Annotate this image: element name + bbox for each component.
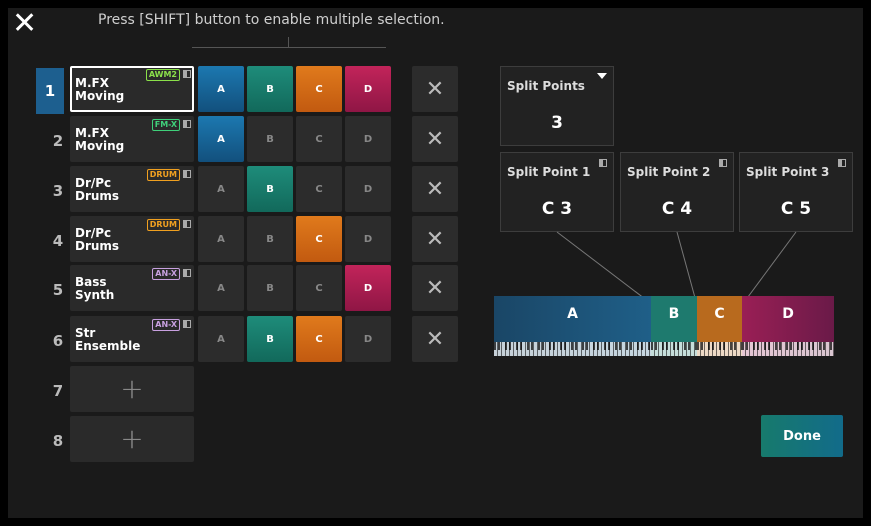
split-point-value: C 4 <box>661 199 693 219</box>
split-point-label: Split Point 3 <box>746 165 830 179</box>
dropdown-arrow-icon <box>597 73 607 79</box>
delete-part-button[interactable]: ✕ <box>412 116 458 162</box>
zone-a-button[interactable]: A <box>198 116 244 162</box>
zone-b-button[interactable]: B <box>247 166 293 212</box>
part-slot[interactable]: FM-X M.FX Moving <box>70 116 194 162</box>
piano-keys <box>651 342 697 356</box>
part-name: Str Ensemble <box>75 326 141 353</box>
delete-part-button[interactable]: ✕ <box>412 316 458 362</box>
delete-part-button[interactable]: ✕ <box>412 265 458 311</box>
plus-icon: + <box>120 372 144 405</box>
mini-indicator-icon <box>183 269 191 277</box>
zone-c-button[interactable]: C <box>296 66 342 112</box>
add-part-button[interactable]: + <box>70 366 194 412</box>
part-slot[interactable]: AWM2 M.FX Moving <box>70 66 194 112</box>
zone-d-button[interactable]: D <box>345 116 391 162</box>
part-slot[interactable]: AN-X Str Ensemble <box>70 316 194 362</box>
split-point-value: C 5 <box>780 199 812 219</box>
zone-b-button[interactable]: B <box>247 66 293 112</box>
piano-keys <box>742 342 834 356</box>
mini-indicator-icon <box>183 120 191 128</box>
zone-b-button[interactable]: B <box>247 116 293 162</box>
add-part-button[interactable]: + <box>70 416 194 462</box>
done-button[interactable]: Done <box>761 415 843 457</box>
mini-indicator-icon <box>838 159 846 167</box>
zone-c-button[interactable]: C <box>296 116 342 162</box>
part-slot[interactable]: DRUM Dr/Pc Drums <box>70 216 194 262</box>
part-number[interactable]: 4 <box>44 218 72 264</box>
zone-c-button[interactable]: C <box>296 265 342 311</box>
part-name: Dr/Pc Drums <box>75 176 120 203</box>
split-points-selector[interactable]: Split Points 3 <box>500 66 614 146</box>
delete-part-button[interactable]: ✕ <box>412 66 458 112</box>
split-point-label: Split Point 1 <box>507 165 591 179</box>
split-point-label: Split Point 2 <box>627 165 711 179</box>
engine-badge: FM-X <box>151 119 180 131</box>
part-name: M.FX Moving <box>75 76 125 103</box>
keyboard-zone-c: C <box>697 296 742 356</box>
engine-badge: DRUM <box>146 219 180 231</box>
piano-keys <box>494 342 651 356</box>
mini-indicator-icon <box>599 159 607 167</box>
part-number[interactable]: 8 <box>44 418 72 464</box>
mini-indicator-icon <box>183 170 191 178</box>
zone-d-button[interactable]: D <box>345 216 391 262</box>
mini-indicator-icon <box>183 220 191 228</box>
part-number[interactable]: 3 <box>44 168 72 214</box>
close-icon[interactable]: ✕ <box>12 9 42 39</box>
piano-keys <box>697 342 742 356</box>
mini-indicator-icon <box>719 159 727 167</box>
part-number[interactable]: 5 <box>44 267 72 313</box>
zone-d-button[interactable]: D <box>345 166 391 212</box>
multi-select-hint: Press [SHIFT] button to enable multiple … <box>98 12 445 28</box>
delete-part-button[interactable]: ✕ <box>412 216 458 262</box>
zone-a-button[interactable]: A <box>198 66 244 112</box>
zone-d-button[interactable]: D <box>345 66 391 112</box>
mini-indicator-icon <box>183 70 191 78</box>
part-slot[interactable]: DRUM Dr/Pc Drums <box>70 166 194 212</box>
split-point-3-field[interactable]: Split Point 3 C 5 <box>739 152 853 232</box>
mini-indicator-icon <box>183 320 191 328</box>
zone-c-button[interactable]: C <box>296 216 342 262</box>
zone-c-button[interactable]: C <box>296 166 342 212</box>
zone-d-button[interactable]: D <box>345 316 391 362</box>
engine-badge: DRUM <box>146 169 180 181</box>
zone-b-button[interactable]: B <box>247 316 293 362</box>
split-point-2-field[interactable]: Split Point 2 C 4 <box>620 152 734 232</box>
zone-d-button[interactable]: D <box>345 265 391 311</box>
engine-badge: AWM2 <box>145 69 180 81</box>
zone-b-button[interactable]: B <box>247 265 293 311</box>
part-slot[interactable]: AN-X Bass Synth <box>70 265 194 311</box>
split-point-1-field[interactable]: Split Point 1 C 3 <box>500 152 614 232</box>
zone-a-button[interactable]: A <box>198 166 244 212</box>
split-points-value: 3 <box>551 113 563 133</box>
hint-bracket <box>192 37 386 48</box>
zone-b-button[interactable]: B <box>247 216 293 262</box>
split-point-value: C 3 <box>541 199 573 219</box>
part-number[interactable]: 1 <box>36 68 64 114</box>
engine-badge: AN-X <box>152 319 180 331</box>
zone-c-button[interactable]: C <box>296 316 342 362</box>
split-points-label: Split Points <box>507 79 585 93</box>
keyboard-zone-d: D <box>742 296 834 356</box>
engine-badge: AN-X <box>152 268 180 280</box>
zone-a-button[interactable]: A <box>198 216 244 262</box>
keyboard-zone-a: A <box>494 296 651 356</box>
zone-a-button[interactable]: A <box>198 265 244 311</box>
part-number[interactable]: 7 <box>44 368 72 414</box>
keyboard-zone-map: A B C D <box>494 296 834 356</box>
plus-icon: + <box>120 422 144 455</box>
part-number[interactable]: 2 <box>44 118 72 164</box>
keyboard-zone-b: B <box>651 296 697 356</box>
part-name: Dr/Pc Drums <box>75 226 120 253</box>
part-number[interactable]: 6 <box>44 318 72 364</box>
zone-a-button[interactable]: A <box>198 316 244 362</box>
part-name: Bass Synth <box>75 275 115 302</box>
part-name: M.FX Moving <box>75 126 125 153</box>
delete-part-button[interactable]: ✕ <box>412 166 458 212</box>
